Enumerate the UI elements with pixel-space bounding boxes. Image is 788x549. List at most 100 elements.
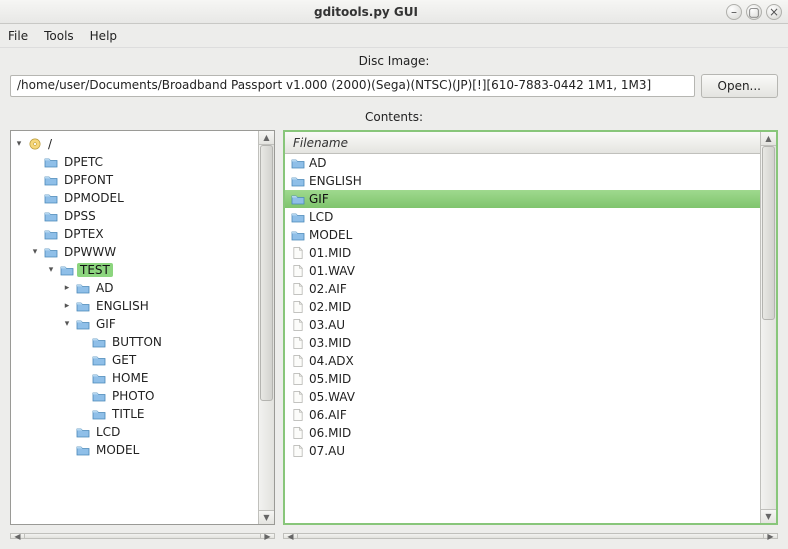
list-item-label: AD [307, 156, 326, 170]
tree-item[interactable]: DPTEX [11, 225, 258, 243]
folder-icon [75, 299, 91, 313]
tree-item[interactable]: ▾ DPWWW [11, 243, 258, 261]
scroll-up-icon[interactable]: ▲ [761, 132, 776, 146]
file-icon [289, 246, 307, 260]
list-item-label: 01.MID [307, 246, 351, 260]
list-item[interactable]: 06.MID [285, 424, 760, 442]
list-item[interactable]: ENGLISH [285, 172, 760, 190]
tree-item[interactable]: GET [11, 351, 258, 369]
main-area: ▾/DPETCDPFONTDPMODEL DPSS DPTEX ▾ DPWWW ▾TEST… [0, 130, 788, 533]
tree-item[interactable]: BUTTON [11, 333, 258, 351]
list-scroll-area[interactable]: Filename AD ENGLISH GIFLCDMODEL 01.MID 01.WA… [285, 132, 760, 523]
file-icon [289, 282, 307, 296]
tree-item[interactable]: DPETC [11, 153, 258, 171]
list-item[interactable]: 03.MID [285, 334, 760, 352]
tree-item-label: BUTTON [109, 335, 165, 349]
list-item[interactable]: AD [285, 154, 760, 172]
close-button[interactable]: × [766, 4, 782, 20]
list-item[interactable]: 04.ADX [285, 352, 760, 370]
disc-image-label: Disc Image: [0, 48, 788, 74]
list-item[interactable]: 05.WAV [285, 388, 760, 406]
contents-label: Contents: [0, 106, 788, 130]
tree-vscrollbar[interactable]: ▲ ▼ [258, 131, 274, 524]
tree-item[interactable]: ▾GIF [11, 315, 258, 333]
scroll-up-icon[interactable]: ▲ [259, 131, 274, 145]
tree-item[interactable]: MODEL [11, 441, 258, 459]
chevron-right-icon[interactable]: ▸ [61, 301, 73, 311]
folder-icon [43, 191, 59, 205]
list-item[interactable]: 01.WAV [285, 262, 760, 280]
list-item-label: ENGLISH [307, 174, 362, 188]
menu-tools[interactable]: Tools [44, 29, 74, 43]
folder-tree: ▾/DPETCDPFONTDPMODEL DPSS DPTEX ▾ DPWWW ▾TEST… [11, 131, 258, 463]
tree-item[interactable]: DPSS [11, 207, 258, 225]
tree-item[interactable]: PHOTO [11, 387, 258, 405]
tree-item[interactable]: DPFONT [11, 171, 258, 189]
scroll-left-icon[interactable]: ◀ [284, 534, 298, 538]
tree-item-label: DPTEX [61, 227, 107, 241]
file-icon [289, 354, 307, 368]
chevron-down-icon[interactable]: ▾ [61, 319, 73, 329]
tree-item[interactable]: TITLE [11, 405, 258, 423]
folder-icon [43, 245, 59, 259]
menu-file[interactable]: File [8, 29, 28, 43]
scroll-right-icon[interactable]: ▶ [763, 534, 777, 538]
list-hscrollbar[interactable]: ◀ ▶ [283, 533, 778, 539]
folder-icon [91, 389, 107, 403]
folder-icon [59, 263, 75, 277]
folder-icon [91, 407, 107, 421]
minimize-button[interactable]: – [726, 4, 742, 20]
window-buttons: – ▢ × [726, 4, 782, 20]
tree-hscrollbar[interactable]: ◀ ▶ [10, 533, 275, 539]
list-item[interactable]: 06.AIF [285, 406, 760, 424]
tree-scroll-area[interactable]: ▾/DPETCDPFONTDPMODEL DPSS DPTEX ▾ DPWWW ▾TEST… [11, 131, 258, 524]
list-item[interactable]: MODEL [285, 226, 760, 244]
scroll-down-icon[interactable]: ▼ [761, 509, 776, 523]
tree-item[interactable]: LCD [11, 423, 258, 441]
tree-pane: ▾/DPETCDPFONTDPMODEL DPSS DPTEX ▾ DPWWW ▾TEST… [10, 130, 275, 525]
list-item[interactable]: 02.MID [285, 298, 760, 316]
tree-item[interactable]: ▸AD [11, 279, 258, 297]
file-icon [289, 426, 307, 440]
tree-item-label: DPSS [61, 209, 99, 223]
file-icon [289, 408, 307, 422]
folder-icon [75, 281, 91, 295]
scroll-down-icon[interactable]: ▼ [259, 510, 274, 524]
folder-icon [91, 371, 107, 385]
chevron-down-icon[interactable]: ▾ [45, 265, 57, 275]
list-item[interactable]: 03.AU [285, 316, 760, 334]
tree-item-label: GET [109, 353, 139, 367]
folder-icon [289, 229, 307, 241]
scroll-right-icon[interactable]: ▶ [260, 534, 274, 538]
folder-icon [75, 317, 91, 331]
scroll-left-icon[interactable]: ◀ [11, 534, 25, 538]
tree-item[interactable]: HOME [11, 369, 258, 387]
list-item[interactable]: 01.MID [285, 244, 760, 262]
folder-icon [43, 173, 59, 187]
menu-help[interactable]: Help [90, 29, 117, 43]
list-item[interactable]: 07.AU [285, 442, 760, 460]
tree-item-label: HOME [109, 371, 151, 385]
tree-item-label: DPWWW [61, 245, 119, 259]
disc-path-input[interactable]: /home/user/Documents/Broadband Passport … [10, 75, 695, 97]
list-item[interactable]: LCD [285, 208, 760, 226]
tree-item-label: TITLE [109, 407, 147, 421]
tree-item[interactable]: ▾/ [11, 135, 258, 153]
maximize-button[interactable]: ▢ [746, 4, 762, 20]
list-item-label: 04.ADX [307, 354, 354, 368]
list-vscrollbar[interactable]: ▲ ▼ [760, 132, 776, 523]
list-item[interactable]: 02.AIF [285, 280, 760, 298]
list-item[interactable]: GIF [285, 190, 760, 208]
tree-item[interactable]: DPMODEL [11, 189, 258, 207]
open-button[interactable]: Open... [701, 74, 779, 98]
chevron-down-icon[interactable]: ▾ [13, 139, 25, 149]
list-item-label: 05.MID [307, 372, 351, 386]
folder-icon [43, 209, 59, 223]
tree-item[interactable]: ▸ENGLISH [11, 297, 258, 315]
file-icon [289, 372, 307, 386]
tree-item[interactable]: ▾TEST [11, 261, 258, 279]
list-header-filename[interactable]: Filename [285, 132, 760, 154]
chevron-right-icon[interactable]: ▸ [61, 283, 73, 293]
list-item[interactable]: 05.MID [285, 370, 760, 388]
chevron-down-icon[interactable]: ▾ [29, 247, 41, 257]
